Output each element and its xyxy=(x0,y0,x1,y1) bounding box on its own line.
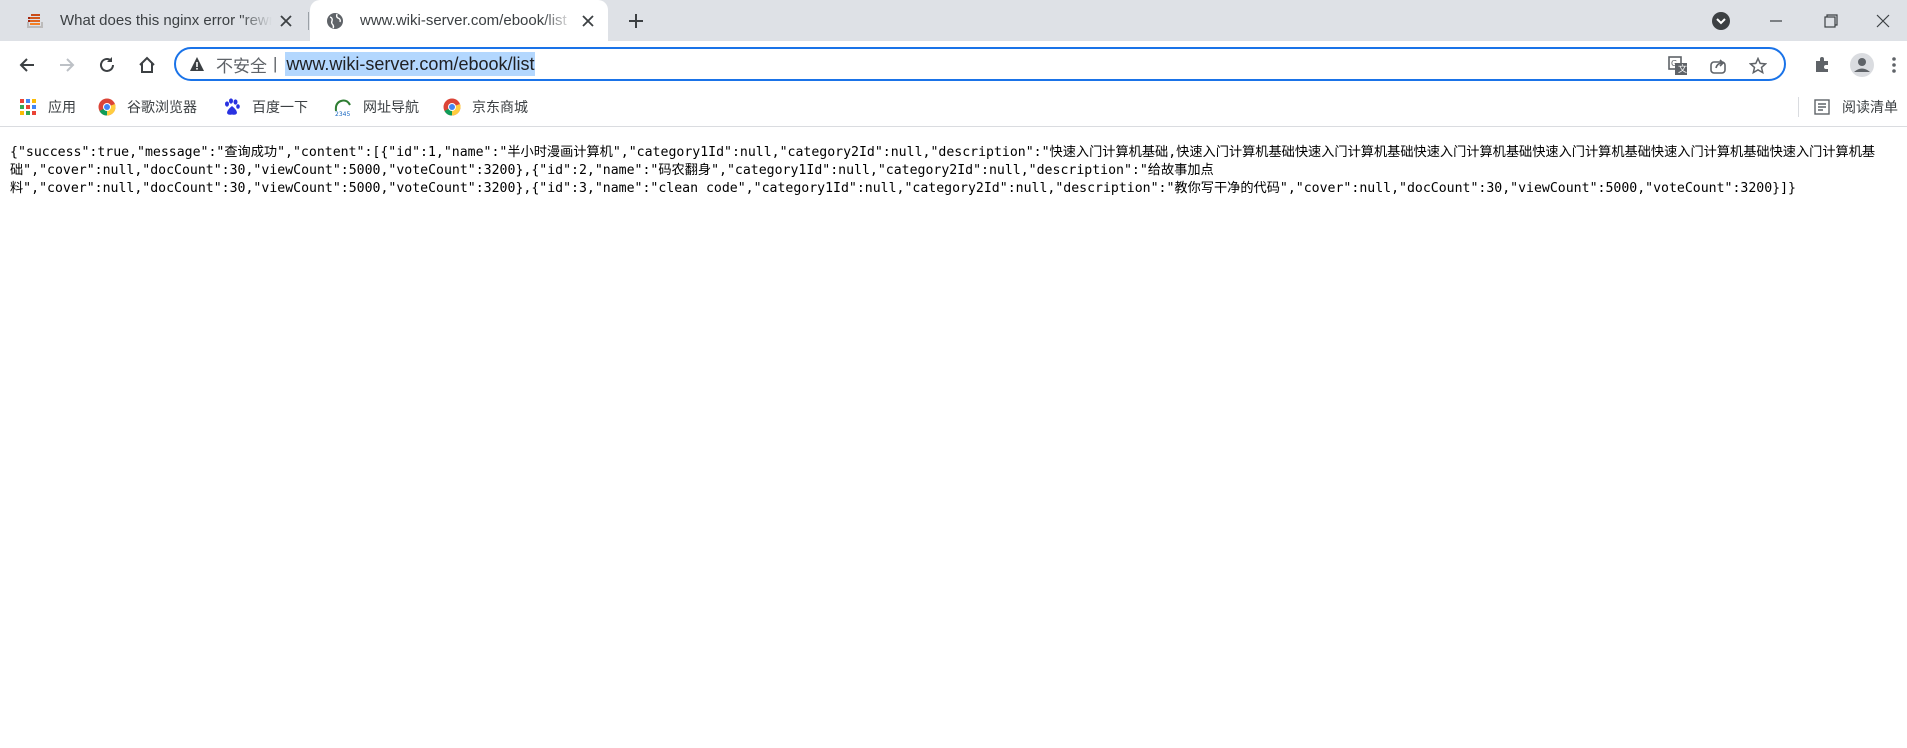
new-tab-button[interactable] xyxy=(622,7,650,35)
profile-avatar-icon[interactable] xyxy=(1848,51,1876,79)
share-icon[interactable] xyxy=(1706,54,1730,78)
home-button[interactable] xyxy=(131,49,163,81)
bookmark-apps[interactable]: 应用 xyxy=(18,89,76,125)
translate-icon[interactable]: 文G xyxy=(1666,54,1690,78)
globe-icon xyxy=(324,10,346,32)
tab-title: What does this nginx error "rewrite or i… xyxy=(60,12,272,29)
chrome-icon xyxy=(97,97,117,117)
bookmarks-divider xyxy=(1798,97,1799,117)
url-text[interactable]: www.wiki-server.com/ebook/list xyxy=(285,52,536,76)
forward-button[interactable] xyxy=(51,49,83,81)
tab-nginx-question[interactable]: What does this nginx error "rewrite or i… xyxy=(8,0,306,41)
close-tab-icon[interactable] xyxy=(574,7,602,35)
hao123-icon: 2345 xyxy=(333,97,353,117)
bookmark-star-icon[interactable] xyxy=(1746,54,1770,78)
bookmark-chrome[interactable]: 谷歌浏览器 xyxy=(97,89,197,125)
tab-separator xyxy=(308,12,309,30)
bookmark-hao123[interactable]: 2345 网址导航 xyxy=(333,89,419,125)
json-response-text: {"success":true,"message":"查询成功","conten… xyxy=(10,145,1876,196)
chrome-icon xyxy=(442,97,462,117)
extensions-icon[interactable] xyxy=(1808,51,1836,79)
bookmark-label: 百度一下 xyxy=(252,99,308,115)
stackoverflow-icon xyxy=(24,10,46,32)
omnibox-divider: | xyxy=(273,54,278,73)
baidu-paw-icon xyxy=(222,97,242,117)
page-content: {"success":true,"message":"查询成功","conten… xyxy=(0,127,1907,748)
close-window-button[interactable] xyxy=(1860,0,1906,41)
tab-search-button[interactable] xyxy=(1698,0,1744,41)
svg-text:文: 文 xyxy=(1678,63,1687,75)
not-secure-label[interactable]: 不安全 xyxy=(216,52,267,77)
bookmark-label: 谷歌浏览器 xyxy=(127,99,197,115)
tab-ebook-list[interactable]: www.wiki-server.com/ebook/list xyxy=(310,0,608,41)
svg-text:2345: 2345 xyxy=(335,111,350,117)
close-tab-icon[interactable] xyxy=(272,7,300,35)
back-button[interactable] xyxy=(11,49,43,81)
bookmark-baidu[interactable]: 百度一下 xyxy=(222,89,308,125)
tab-title: www.wiki-server.com/ebook/list xyxy=(360,12,567,29)
reading-list-label: 阅读清单 xyxy=(1842,99,1898,115)
bookmarks-bar: 应用 谷歌浏览器 百度一下 2345 网址导航 京东商城 阅读清单 xyxy=(0,89,1907,127)
reading-list-icon xyxy=(1812,97,1832,117)
menu-kebab-icon[interactable] xyxy=(1880,51,1907,79)
toolbar: 不安全 | www.wiki-server.com/ebook/list 文G xyxy=(0,41,1907,89)
svg-text:G: G xyxy=(1671,59,1677,68)
address-bar[interactable]: 不安全 | www.wiki-server.com/ebook/list 文G xyxy=(174,47,1786,81)
minimize-button[interactable] xyxy=(1753,0,1799,41)
bookmark-jd[interactable]: 京东商城 xyxy=(442,89,528,125)
warning-triangle-icon[interactable] xyxy=(188,55,206,73)
tab-strip: What does this nginx error "rewrite or i… xyxy=(0,0,1907,41)
bookmark-label: 京东商城 xyxy=(472,99,528,115)
reload-button[interactable] xyxy=(91,49,123,81)
reading-list-button[interactable]: 阅读清单 xyxy=(1812,89,1898,125)
bookmark-label: 网址导航 xyxy=(363,99,419,115)
browser-window: What does this nginx error "rewrite or i… xyxy=(0,0,1907,748)
bookmark-label: 应用 xyxy=(48,99,76,115)
restore-button[interactable] xyxy=(1808,0,1854,41)
apps-grid-icon xyxy=(18,97,38,117)
